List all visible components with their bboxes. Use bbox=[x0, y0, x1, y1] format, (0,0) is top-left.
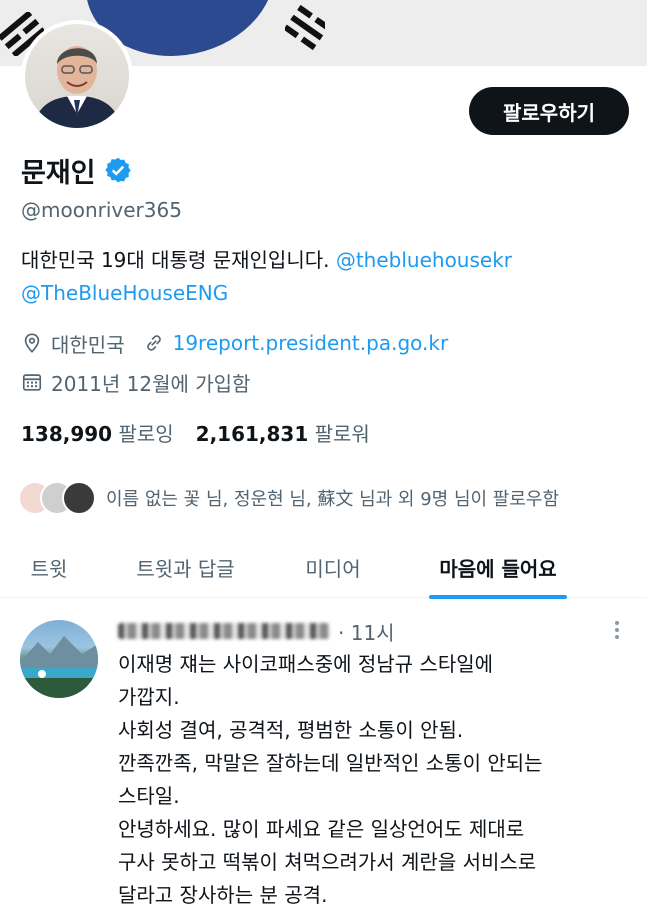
avatar[interactable] bbox=[20, 620, 98, 698]
follow-button[interactable]: 팔로우하기 bbox=[469, 87, 629, 135]
tweet-line: 안녕하세요. 많이 파세요 같은 일상언어도 제대로 bbox=[118, 817, 525, 841]
tweet-line: 구사 못하고 떡볶이 쳐먹으려가서 계란을 서비스로 bbox=[118, 850, 537, 874]
tweet-time[interactable]: · 11시 bbox=[338, 617, 395, 646]
verified-badge-icon bbox=[104, 157, 131, 183]
tweet-header: · 11시 bbox=[118, 616, 395, 646]
following-count-link[interactable]: 138,990 팔로잉 bbox=[21, 418, 174, 447]
profile-website-link[interactable]: 19report.president.pa.go.kr bbox=[173, 331, 449, 355]
profile-meta-row: 대한민국 19report.president.pa.go.kr bbox=[21, 328, 448, 358]
followers-label: 팔로워 bbox=[314, 422, 370, 446]
link-icon bbox=[146, 335, 161, 351]
profile-bio: 대한민국 19대 대통령 문재인입니다. @thebluehousekr @Th… bbox=[21, 244, 631, 310]
landscape-avatar-icon bbox=[20, 636, 98, 698]
tweet-line: 사회성 결여, 공격적, 평범한 소통이 안됨. bbox=[118, 718, 464, 742]
calendar-icon bbox=[22, 374, 42, 391]
bio-mention-bluehouseeng[interactable]: @TheBlueHouseENG bbox=[21, 281, 228, 305]
tweet-line: 스타일. bbox=[118, 784, 180, 808]
following-count: 138,990 bbox=[21, 422, 113, 446]
known-followers-text: 이름 없는 꽃 님, 정운현 님, 蘇文 님과 외 9명 님이 팔로우함 bbox=[106, 489, 560, 510]
profile-name: 문재인 bbox=[21, 157, 96, 189]
trigram-right-icon bbox=[285, 4, 325, 51]
bio-text: 대한민국 19대 대통령 문재인입니다. bbox=[21, 248, 336, 272]
tab-tweets[interactable]: 트윗 bbox=[0, 536, 98, 598]
tab-likes[interactable]: 마음에 들어요 bbox=[393, 536, 603, 598]
tweet-line: 가깝지. bbox=[118, 685, 180, 709]
profile-handle: @moonriver365 bbox=[21, 198, 182, 222]
known-followers[interactable]: 이름 없는 꽃 님, 정운현 님, 蘇文 님과 외 9명 님이 팔로우함 bbox=[18, 479, 559, 517]
location-pin-icon bbox=[24, 333, 40, 353]
follow-counts: 138,990 팔로잉 2,161,831 팔로워 bbox=[21, 418, 370, 447]
tweet-line: 깐족깐족, 막말은 잘하는데 일반적인 소통이 안되는 bbox=[118, 751, 543, 775]
tweet-line: 달라고 장사하는 분 공격. bbox=[118, 883, 328, 907]
profile-joined-date: 2011년 12월에 가입함 bbox=[51, 371, 251, 396]
followers-count: 2,161,831 bbox=[195, 422, 309, 446]
tweet-text: 이재명 쟤는 사이코패스중에 정남규 스타일에 가깝지. 사회성 결여, 공격적… bbox=[118, 648, 633, 912]
profile-location: 대한민국 bbox=[51, 332, 125, 357]
avatar bbox=[25, 24, 129, 128]
profile-tabs: 트윗 트윗과 답글 미디어 마음에 들어요 bbox=[0, 536, 647, 598]
tab-tweets-and-replies[interactable]: 트윗과 답글 bbox=[98, 536, 273, 598]
avatar-portrait-icon bbox=[33, 46, 121, 128]
tweet-line: 이재명 쟤는 사이코패스중에 정남규 스타일에 bbox=[118, 652, 494, 676]
avatar bbox=[62, 481, 96, 515]
more-icon[interactable] bbox=[607, 618, 627, 642]
followers-count-link[interactable]: 2,161,831 팔로워 bbox=[196, 418, 370, 447]
tweet[interactable]: · 11시 이재명 쟤는 사이코패스중에 정남규 스타일에 가깝지. 사회성 결… bbox=[0, 600, 647, 916]
profile-name-row: 문재인 bbox=[21, 150, 132, 190]
profile-avatar[interactable] bbox=[21, 20, 133, 132]
tab-media[interactable]: 미디어 bbox=[273, 536, 393, 598]
following-label: 팔로잉 bbox=[118, 422, 174, 446]
bio-mention-bluehousekr[interactable]: @thebluehousekr bbox=[336, 248, 512, 272]
profile-joined-row: 2011년 12월에 가입함 bbox=[21, 367, 250, 397]
tweet-author-name-blurred[interactable] bbox=[118, 623, 330, 639]
